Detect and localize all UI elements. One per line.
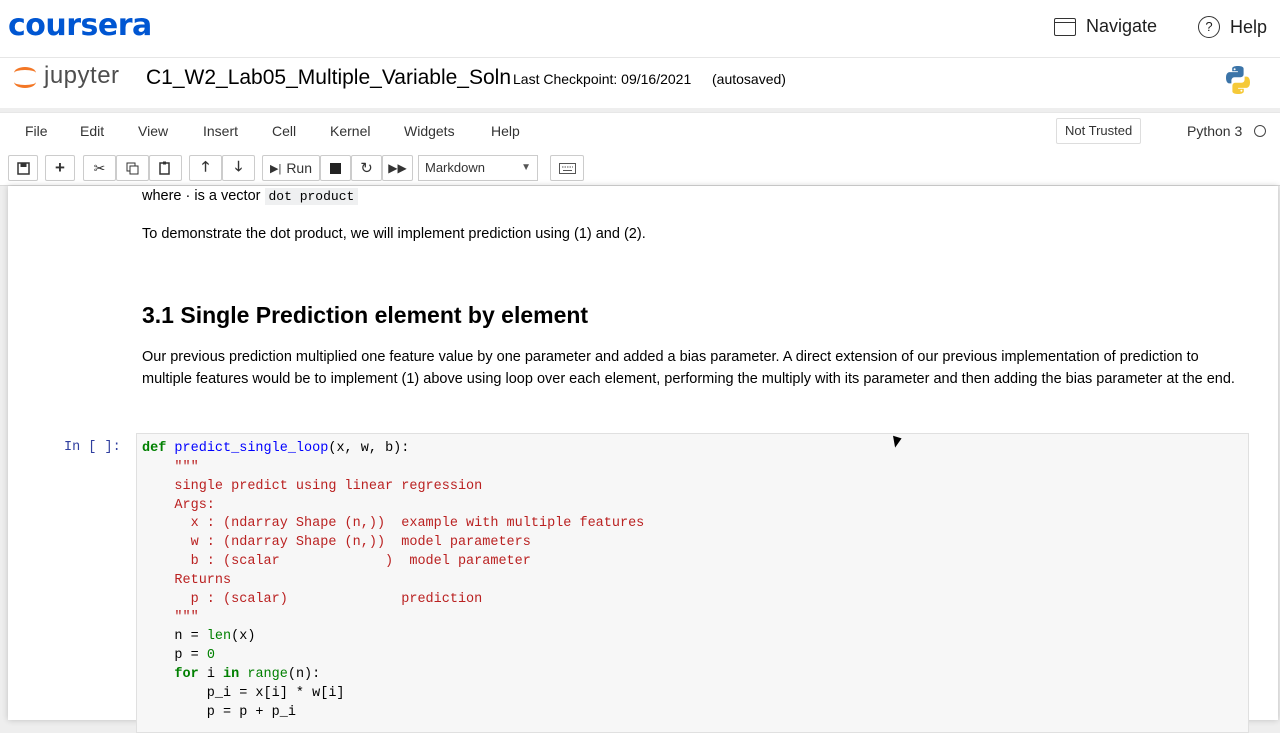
- code-line-11: n = len(x): [142, 629, 255, 644]
- jupyter-logo[interactable]: jupyter: [12, 62, 120, 90]
- run-label: Run: [286, 160, 312, 176]
- code-line-12: p = 0: [142, 648, 215, 663]
- restart-icon: ↻: [360, 160, 373, 177]
- cell-type-value: Markdown: [425, 160, 485, 175]
- interrupt-button[interactable]: [320, 155, 351, 181]
- copy-button[interactable]: [116, 155, 149, 181]
- window-icon: [1054, 17, 1076, 36]
- save-icon: [16, 161, 30, 175]
- code-line-2: """: [142, 460, 199, 475]
- code-text: p =: [142, 648, 207, 663]
- kernel-name[interactable]: Python 3: [1187, 123, 1242, 139]
- code-line-5: x : (ndarray Shape (n,)) example with mu…: [142, 516, 645, 531]
- notebook-title[interactable]: C1_W2_Lab05_Multiple_Variable_Soln: [146, 66, 511, 90]
- menu-file[interactable]: File: [25, 123, 48, 139]
- paste-icon: [159, 161, 170, 175]
- command-palette-button[interactable]: [550, 155, 584, 181]
- save-button[interactable]: [8, 155, 38, 181]
- menu-kernel[interactable]: Kernel: [330, 123, 370, 139]
- trust-button[interactable]: Not Trusted: [1056, 118, 1142, 144]
- code-keyword: def: [142, 441, 167, 456]
- code-keyword: for: [174, 667, 199, 682]
- navigate-label: Navigate: [1086, 16, 1158, 36]
- code-text: (x, w, b):: [328, 441, 410, 456]
- move-down-button[interactable]: 🡓: [222, 155, 255, 181]
- run-icon: ▶|: [269, 162, 282, 175]
- code-builtin: len: [206, 629, 232, 644]
- fast-forward-icon: ▶▶: [388, 161, 407, 175]
- code-line-3: single predict using linear regression: [142, 479, 483, 494]
- kernel-idle-icon: [1254, 125, 1266, 137]
- menu-insert[interactable]: Insert: [203, 123, 238, 139]
- code-line-1: def predict_single_loop(x, w, b):: [142, 441, 409, 456]
- code-text: (x): [231, 629, 256, 644]
- coursera-header: coursera Navigate ? Help: [0, 0, 1280, 58]
- code-line-4: Args:: [142, 498, 215, 513]
- python-logo-icon: [1226, 66, 1250, 94]
- menu-widgets[interactable]: Widgets: [404, 123, 455, 139]
- dot-product-note-text: where · is a vector: [142, 188, 261, 204]
- autosaved-status: (autosaved): [712, 71, 786, 87]
- code-line-6: w : (ndarray Shape (n,)) model parameter…: [142, 535, 531, 550]
- code-line-10: """: [142, 610, 199, 625]
- cut-button[interactable]: ✂: [83, 155, 116, 181]
- jupyter-mark-icon: [12, 63, 38, 89]
- run-button[interactable]: ▶| Run: [262, 155, 320, 181]
- section-paragraph: Our previous prediction multiplied one f…: [142, 349, 1235, 387]
- insert-cell-button[interactable]: +: [45, 155, 75, 181]
- add-cell-icon: +: [55, 158, 65, 177]
- move-up-icon: 🡑: [201, 158, 210, 174]
- code-line-8: Returns: [142, 573, 232, 588]
- copy-icon: [126, 162, 139, 174]
- help-label: Help: [1230, 16, 1268, 37]
- code-line-13: for i in range(n):: [142, 667, 320, 682]
- menu-edit[interactable]: Edit: [80, 123, 104, 139]
- code-keyword: in: [223, 667, 240, 682]
- move-up-button[interactable]: 🡑: [189, 155, 222, 181]
- help-button[interactable]: ? Help: [1198, 16, 1267, 38]
- dot-product-code: dot product: [264, 188, 359, 205]
- cut-icon: ✂: [93, 159, 106, 176]
- chevron-down-icon: ▼: [521, 162, 531, 173]
- code-line-9: p : (scalar) prediction: [142, 592, 483, 607]
- restart-run-all-button[interactable]: ▶▶: [382, 155, 413, 181]
- paste-button[interactable]: [149, 155, 182, 181]
- section-heading: 3.1 Single Prediction element by element: [142, 302, 589, 328]
- move-down-icon: 🡓: [234, 158, 243, 174]
- stop-icon: [330, 162, 341, 174]
- code-number: 0: [206, 648, 215, 663]
- navigate-button[interactable]: Navigate: [1054, 16, 1157, 37]
- code-line-15: p = p + p_i: [142, 705, 296, 720]
- dot-product-note: where · is a vector dot product: [142, 188, 359, 205]
- jupyter-logo-text: jupyter: [44, 62, 120, 89]
- cell-type-select[interactable]: Markdown ▼: [418, 155, 538, 181]
- menubar: File Edit View Insert Cell Kernel Widget…: [0, 112, 1280, 152]
- code-function-name: predict_single_loop: [174, 441, 329, 456]
- code-text: (n):: [287, 667, 321, 682]
- menu-cell[interactable]: Cell: [272, 123, 296, 139]
- code-builtin: range: [247, 667, 288, 682]
- jupyter-header: jupyter C1_W2_Lab05_Multiple_Variable_So…: [0, 58, 1280, 108]
- keyboard-icon: [558, 162, 576, 174]
- question-circle-icon: ?: [1198, 16, 1220, 38]
- code-line-7: b : (scalar ) model parameter: [142, 554, 531, 569]
- coursera-logo[interactable]: coursera: [8, 8, 152, 43]
- restart-button[interactable]: ↻: [351, 155, 382, 181]
- menu-view[interactable]: View: [138, 123, 168, 139]
- toolbar: + ✂ 🡑 🡓 ▶| Run ↻ ▶▶ Markdown ▼: [0, 151, 1280, 186]
- cell-prompt: In [ ]:: [64, 440, 121, 455]
- checkpoint-status: Last Checkpoint: 09/16/2021: [513, 71, 692, 87]
- code-text: i: [198, 667, 224, 682]
- code-text: n =: [142, 629, 207, 644]
- menu-help[interactable]: Help: [491, 123, 520, 139]
- code-line-14: p_i = x[i] * w[i]: [142, 686, 345, 701]
- demo-note: To demonstrate the dot product, we will …: [142, 226, 646, 242]
